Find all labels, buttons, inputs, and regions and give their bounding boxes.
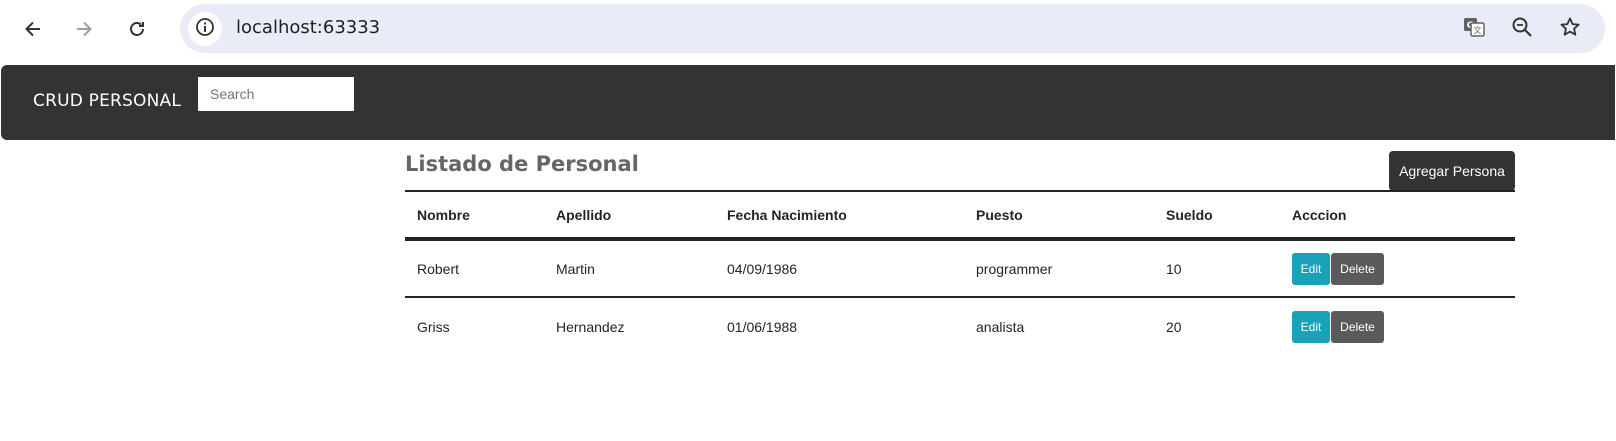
translate-icon: G文 <box>1462 15 1486 44</box>
bookmark-button[interactable] <box>1554 13 1586 45</box>
cell-sueldo: 10 <box>1166 260 1182 277</box>
edit-button[interactable]: Edit <box>1292 310 1330 343</box>
personal-table: Nombre Apellido Fecha Nacimiento Puesto … <box>405 190 1515 355</box>
table-row: Robert Martin 04/09/1986 programmer 10 E… <box>405 239 1515 297</box>
star-icon <box>1559 16 1581 43</box>
site-info-button[interactable] <box>188 12 222 46</box>
header-fecha-nacimiento: Fecha Nacimiento <box>727 206 847 223</box>
table-header-row: Nombre Apellido Fecha Nacimiento Puesto … <box>405 191 1515 239</box>
cell-nombre: Robert <box>417 260 460 277</box>
table-row: Griss Hernandez 01/06/1988 analista 20 E… <box>405 297 1515 355</box>
app-navbar: CRUD PERSONAL <box>1 65 1615 140</box>
edit-button[interactable]: Edit <box>1292 252 1330 285</box>
url-text[interactable]: localhost:63333 <box>236 17 380 39</box>
cell-accion: Edit Delete <box>1280 297 1515 355</box>
header-puesto: Puesto <box>976 206 1023 223</box>
cell-puesto: analista <box>976 318 1025 335</box>
add-person-button[interactable]: Agregar Persona <box>1389 151 1515 191</box>
svg-text:文: 文 <box>1474 25 1482 35</box>
search-input[interactable] <box>198 77 354 111</box>
cell-accion: Edit Delete <box>1280 239 1515 297</box>
cell-puesto: programmer <box>976 260 1053 277</box>
back-button[interactable] <box>16 12 50 46</box>
reload-icon <box>127 19 147 39</box>
arrow-left-icon <box>23 19 43 39</box>
arrow-right-icon <box>74 19 94 39</box>
zoom-out-icon <box>1511 16 1533 43</box>
address-bar[interactable]: localhost:63333 G文 <box>180 4 1605 53</box>
cell-apellido: Martin <box>556 260 595 277</box>
browser-toolbar: localhost:63333 G文 <box>0 0 1616 58</box>
forward-button[interactable] <box>67 12 101 46</box>
cell-apellido: Hernandez <box>556 318 625 335</box>
zoom-button[interactable] <box>1506 13 1538 45</box>
delete-button[interactable]: Delete <box>1331 252 1384 285</box>
cell-sueldo: 20 <box>1166 318 1182 335</box>
header-nombre: Nombre <box>417 206 470 223</box>
cell-nombre: Griss <box>417 318 450 335</box>
header-accion: Acccion <box>1292 206 1347 223</box>
translate-button[interactable]: G文 <box>1458 13 1490 45</box>
reload-button[interactable] <box>120 12 154 46</box>
header-apellido: Apellido <box>556 206 612 223</box>
delete-button[interactable]: Delete <box>1331 310 1384 343</box>
page-title: Listado de Personal <box>405 152 639 176</box>
brand-link[interactable]: CRUD PERSONAL <box>33 91 181 111</box>
cell-fecha: 01/06/1988 <box>727 318 798 335</box>
cell-fecha: 04/09/1986 <box>727 260 798 277</box>
info-icon <box>195 17 215 42</box>
header-sueldo: Sueldo <box>1166 206 1213 223</box>
